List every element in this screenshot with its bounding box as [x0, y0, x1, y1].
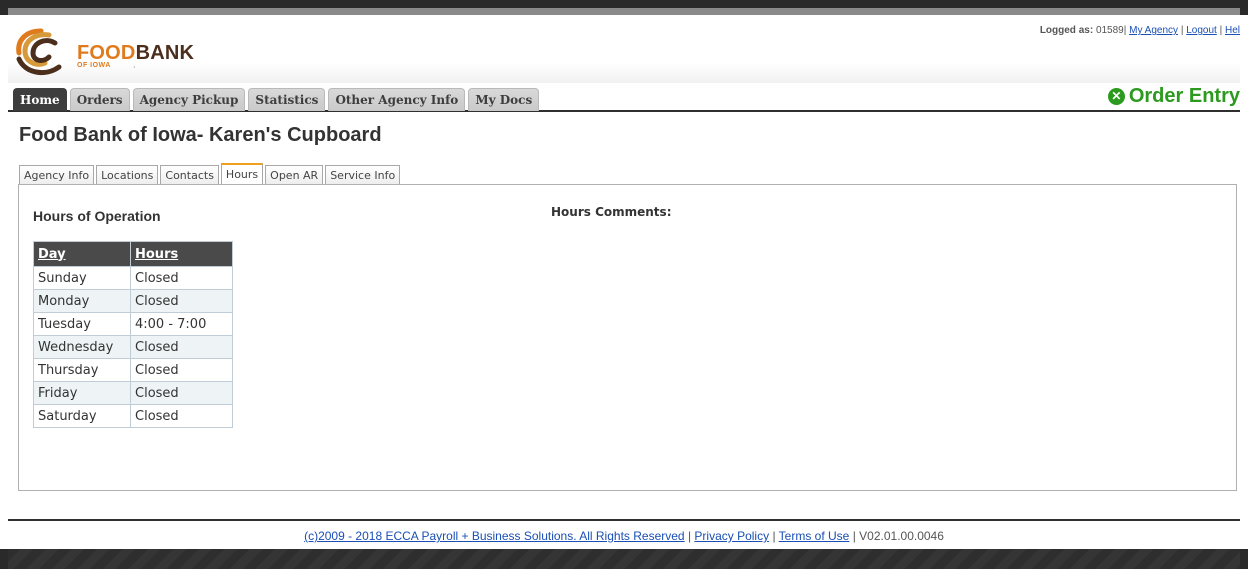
bottom-band: [0, 549, 1248, 569]
hours-cell: 4:00 - 7:00: [130, 312, 233, 336]
nav-tab-home[interactable]: Home: [13, 88, 67, 111]
bottom-band-inner: [8, 549, 1240, 569]
logo-subtitle: OF IOWA: [77, 62, 111, 69]
nav-tab-agency-pickup[interactable]: Agency Pickup: [132, 88, 246, 111]
nav-tab-orders[interactable]: Orders: [69, 88, 130, 111]
page-title: Food Bank of Iowa- Karen's Cupboard: [19, 124, 382, 146]
logo-dot: ·: [133, 63, 136, 72]
logged-as-label: Logged as:: [1039, 25, 1094, 36]
table-header-row: Day Hours: [33, 241, 233, 267]
subtab-locations[interactable]: Locations: [96, 165, 159, 184]
hours-of-operation-title: Hours of Operation: [33, 208, 161, 224]
separator: |: [1219, 25, 1223, 36]
day-cell: Thursday: [33, 358, 131, 382]
top-band-inner: [8, 8, 1240, 15]
logged-as-value: 01589|: [1095, 25, 1127, 36]
logo-food: FOOD: [77, 42, 136, 64]
table-row: Monday Closed: [33, 289, 233, 313]
help-link[interactable]: Hel: [1225, 25, 1240, 36]
order-entry-button[interactable]: ✕ Order Entry: [1107, 83, 1240, 110]
agency-subtabs: Agency Info Locations Contacts Hours Ope…: [19, 163, 402, 184]
subtab-service-info[interactable]: Service Info: [325, 165, 401, 184]
hours-cell: Closed: [130, 404, 233, 428]
table-row: Sunday Closed: [33, 266, 233, 290]
order-entry-label: Order Entry: [1128, 85, 1240, 107]
subtab-contacts[interactable]: Contacts: [160, 165, 219, 184]
table-row: Wednesday Closed: [33, 335, 233, 359]
nav-tab-other-agency-info[interactable]: Other Agency Info: [328, 88, 466, 111]
login-info: Logged as: 01589| My Agency | Logout | H…: [1040, 25, 1240, 36]
nav-tabs: Home Orders Agency Pickup Statistics Oth…: [13, 88, 542, 111]
table-row: Saturday Closed: [33, 404, 233, 428]
header: FOODBANK OF IOWA · Logged as: 01589| My …: [8, 15, 1240, 83]
hours-cell: Closed: [130, 335, 233, 359]
hours-comments-label: Hours Comments:: [551, 205, 672, 219]
terms-of-use-link[interactable]: Terms of Use: [779, 529, 850, 543]
hours-cell: Closed: [130, 381, 233, 405]
hours-panel: Hours of Operation Hours Comments: Day H…: [18, 184, 1237, 491]
copyright-link[interactable]: (c)2009 - 2018 ECCA Payroll + Business S…: [304, 529, 685, 543]
top-band: [0, 0, 1248, 15]
subtab-open-ar[interactable]: Open AR: [265, 165, 324, 184]
privacy-policy-link[interactable]: Privacy Policy: [694, 529, 769, 543]
main-nav: Home Orders Agency Pickup Statistics Oth…: [8, 83, 1240, 112]
logout-link[interactable]: Logout: [1186, 25, 1217, 36]
table-row: Friday Closed: [33, 381, 233, 405]
day-cell: Friday: [33, 381, 131, 405]
day-cell: Saturday: [33, 404, 131, 428]
nav-tab-my-docs[interactable]: My Docs: [468, 88, 540, 111]
hours-cell: Closed: [130, 358, 233, 382]
hours-table: Day Hours Sunday Closed Monday Closed Tues…: [33, 241, 233, 428]
my-agency-link[interactable]: My Agency: [1129, 25, 1178, 36]
column-header-day[interactable]: Day: [33, 241, 131, 267]
foodbank-logo[interactable]: FOODBANK OF IOWA ·: [11, 23, 211, 83]
day-cell: Sunday: [33, 266, 131, 290]
footer: (c)2009 - 2018 ECCA Payroll + Business S…: [0, 529, 1248, 543]
version-label: V02.01.00.0046: [859, 529, 944, 543]
logo-swirl-icon: [16, 28, 62, 76]
column-header-hours[interactable]: Hours: [130, 241, 233, 267]
hours-cell: Closed: [130, 266, 233, 290]
table-row: Thursday Closed: [33, 358, 233, 382]
table-row: Tuesday 4:00 - 7:00: [33, 312, 233, 336]
nav-tab-statistics[interactable]: Statistics: [248, 88, 326, 111]
separator: |: [1180, 25, 1184, 36]
day-cell: Monday: [33, 289, 131, 313]
close-circle-icon: ✕: [1107, 88, 1125, 105]
subtab-agency-info[interactable]: Agency Info: [19, 165, 95, 184]
footer-divider: [8, 519, 1240, 521]
day-cell: Tuesday: [33, 312, 131, 336]
subtab-hours[interactable]: Hours: [220, 163, 264, 184]
logo-bank: BANK: [135, 42, 195, 64]
day-cell: Wednesday: [33, 335, 131, 359]
hours-cell: Closed: [130, 289, 233, 313]
